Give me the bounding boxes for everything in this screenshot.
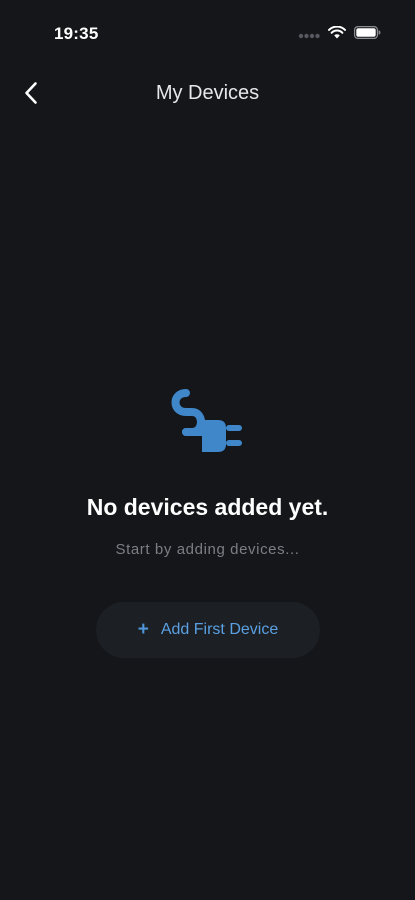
empty-title: No devices added yet.	[86, 494, 329, 520]
status-icons	[298, 25, 381, 44]
plus-icon: +	[137, 619, 149, 640]
status-time: 19:35	[54, 24, 99, 43]
nav-bar: My Devices	[0, 72, 415, 118]
signal-dots-icon	[298, 26, 320, 44]
empty-subtitle: Start by adding devices...	[115, 541, 300, 558]
page-title: My Devices	[155, 82, 260, 104]
plug-icon	[0, 380, 415, 460]
add-first-device-button[interactable]: + Add First Device	[96, 602, 320, 658]
status-bar: 19:35	[0, 0, 415, 60]
empty-state: No devices added yet. Start by adding de…	[0, 380, 415, 558]
battery-icon	[354, 26, 381, 44]
add-button-label: Add First Device	[160, 621, 279, 638]
wifi-icon	[328, 25, 346, 44]
